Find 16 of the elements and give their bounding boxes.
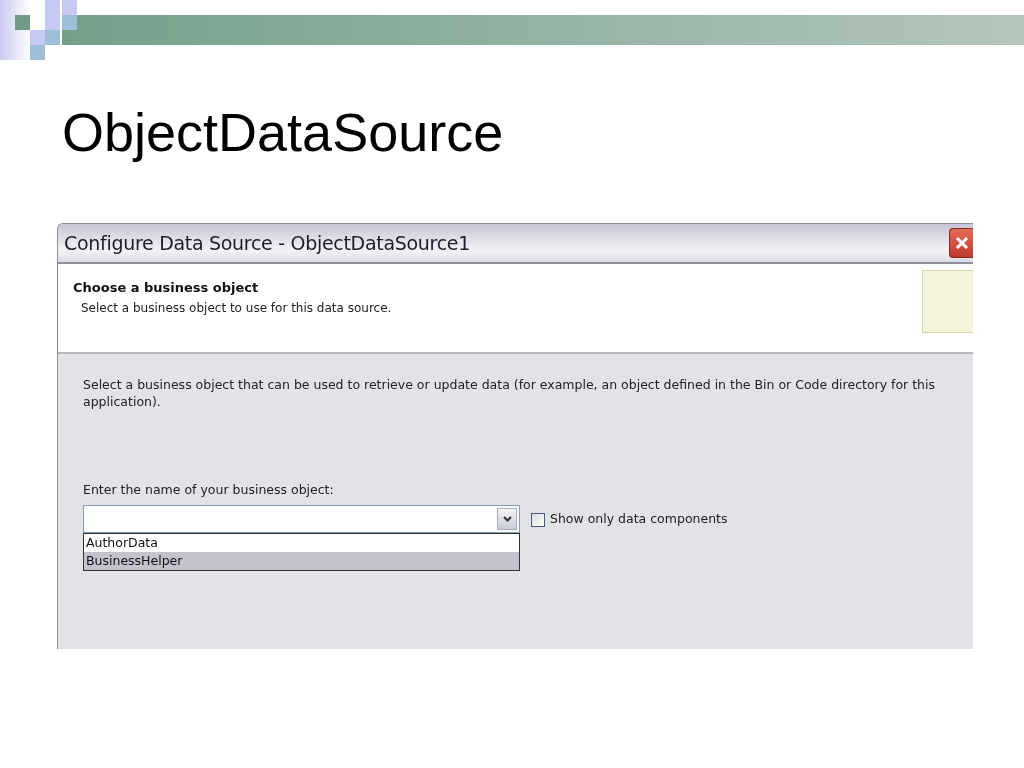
description-text: Select a business object that can be used to retrieve or update data (for example, an object defined in the Bin or Code directory for this application). <box>83 376 937 411</box>
slide-title: ObjectDataSource <box>62 101 505 164</box>
step-heading: Choose a business object <box>73 278 260 297</box>
header-image <box>922 269 973 333</box>
close-icon <box>953 234 970 251</box>
close-button[interactable] <box>949 227 973 258</box>
checkbox-label: Show only data components <box>550 510 728 529</box>
business-object-combo[interactable] <box>83 505 520 534</box>
window-title: Configure Data Source - ObjectDataSource1 <box>63 230 471 256</box>
field-label: Enter the name of your business object: <box>83 480 335 499</box>
chevron-down-icon <box>502 516 512 523</box>
checkbox[interactable] <box>531 512 545 527</box>
dropdown-option[interactable]: BusinessHelper <box>84 552 519 571</box>
dropdown-option[interactable]: AuthorData <box>84 534 519 553</box>
dropdown-button[interactable] <box>497 508 517 531</box>
step-subtitle: Select a business object to use for this data source. <box>80 300 392 318</box>
